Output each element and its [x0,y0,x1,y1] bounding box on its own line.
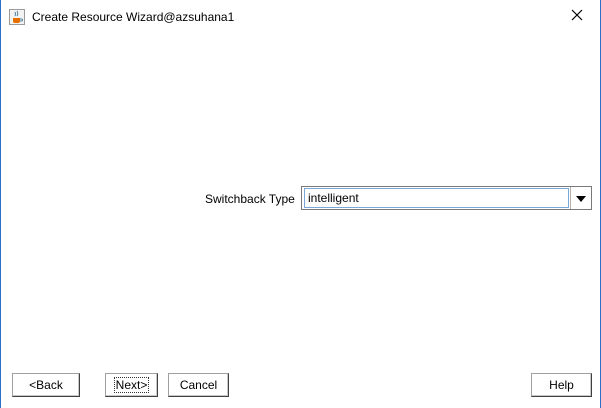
title-bar[interactable]: Create Resource Wizard@azsuhana1 [1,0,600,34]
switchback-type-select[interactable]: intelligent [301,186,592,210]
help-button-label: Help [549,378,574,392]
back-button[interactable]: <Back [12,373,80,397]
next-button-label: Next> [113,377,150,393]
back-button-label: <Back [29,378,63,392]
window-title: Create Resource Wizard@azsuhana1 [32,10,235,24]
help-button[interactable]: Help [531,373,592,397]
java-coffee-icon [9,9,25,25]
dropdown-arrow-button[interactable] [570,187,591,209]
close-icon [571,9,583,24]
cancel-button[interactable]: Cancel [168,373,229,397]
chevron-down-icon [576,191,586,205]
next-button[interactable]: Next> [105,373,158,397]
wizard-content: Switchback Type intelligent [1,34,600,364]
cancel-button-label: Cancel [179,378,218,392]
switchback-type-value[interactable]: intelligent [304,188,569,208]
switchback-type-label: Switchback Type [205,192,295,206]
wizard-window: Create Resource Wizard@azsuhana1 Switchb… [0,0,601,408]
close-button[interactable] [554,0,600,32]
